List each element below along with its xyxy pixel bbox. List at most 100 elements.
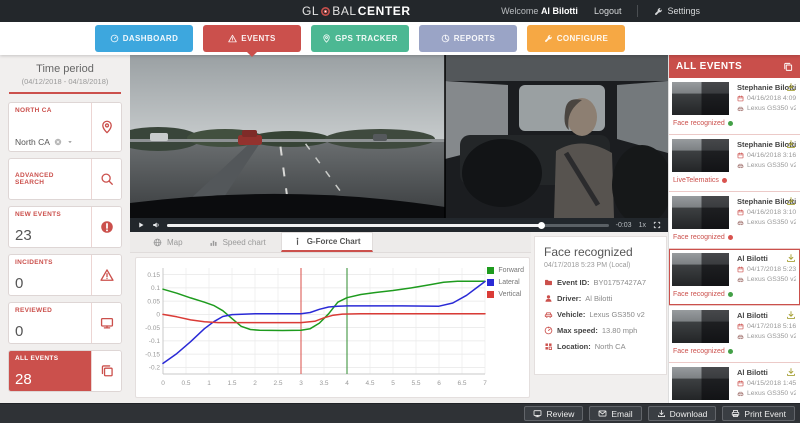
warning-triangle-icon (100, 268, 114, 282)
alert-circle-icon (100, 220, 114, 234)
sidebar-card-label: ALL EVENTS (15, 355, 85, 362)
download-icon[interactable] (786, 82, 796, 92)
event-thumbnail (672, 367, 729, 400)
review-button[interactable]: Review (524, 406, 583, 421)
video-controls: -0:03 1x (130, 218, 668, 232)
download-button[interactable]: Download (648, 406, 717, 421)
pie-chart-icon (441, 34, 450, 43)
footer-buttons: Review Email Download Print Event (524, 406, 795, 421)
car-icon (544, 310, 553, 319)
tab-gps-tracker[interactable]: GPS TRACKER (311, 25, 409, 52)
svg-text:1: 1 (207, 380, 211, 387)
event-vehicle: Lexus GS350 v2 (747, 276, 796, 283)
speedometer-icon (544, 326, 553, 335)
svg-text:7: 7 (483, 380, 487, 387)
calendar-icon (737, 266, 744, 273)
volume-button[interactable] (152, 221, 160, 229)
download-icon[interactable] (786, 253, 796, 263)
svg-text:0.15: 0.15 (147, 272, 160, 279)
event-list-item[interactable]: Stephanie Bilotti 04/16/2018 3:10 PM Lex… (669, 192, 800, 249)
legend-item-forward: Forward (487, 267, 524, 274)
logout-link[interactable]: Logout (594, 6, 622, 16)
tab-speed-chart[interactable]: Speed chart (198, 232, 277, 252)
tab-dashboard[interactable]: DASHBOARD (95, 25, 193, 52)
copy-icon[interactable] (783, 62, 793, 72)
calendar-icon (737, 152, 744, 159)
dashcam-road-view (130, 55, 445, 218)
event-type-label: Face recognized (673, 120, 725, 127)
location-grid-icon (544, 342, 553, 351)
video-progress-bar[interactable] (167, 224, 609, 227)
sidebar-card-value: 23 (15, 228, 85, 243)
sidebar-card-value: 0 (15, 276, 85, 291)
video-progress-fill (167, 224, 542, 227)
event-list-item[interactable]: Stephanie Bilotti 04/16/2018 4:09 PM Lex… (669, 78, 800, 135)
header-user-area: Welcome Al Bilotti Logout Settings (501, 5, 800, 17)
driver-icon (544, 294, 553, 303)
event-thumbnail (672, 310, 729, 343)
tab-events[interactable]: EVENTS (203, 25, 301, 52)
map-pin-icon (322, 34, 331, 43)
fullscreen-button[interactable] (653, 221, 661, 229)
legend-swatch (487, 291, 494, 298)
legend-swatch (487, 267, 494, 274)
svg-text:-0.15: -0.15 (145, 351, 160, 358)
video-time-remaining: -0:03 (616, 222, 632, 229)
download-icon[interactable] (786, 367, 796, 377)
region-select[interactable]: North CA (15, 137, 85, 147)
left-sidebar: Time period (04/12/2018 - 04/18/2018) NO… (0, 55, 130, 403)
clear-icon[interactable] (54, 138, 62, 146)
main-nav: DASHBOARD EVENTS GPS TRACKER REPORTS CON… (0, 22, 800, 55)
email-button[interactable]: Email (589, 406, 641, 421)
sidebar-card-advanced-search[interactable]: ADVANCED SEARCH (8, 158, 122, 200)
video-player[interactable] (130, 55, 668, 218)
download-icon[interactable] (786, 196, 796, 206)
calendar-icon (737, 380, 744, 387)
event-details-title: Face recognized (544, 245, 657, 259)
tab-reports[interactable]: REPORTS (419, 25, 517, 52)
caret-down-icon[interactable] (66, 138, 74, 146)
svg-text:2.5: 2.5 (273, 380, 282, 387)
event-type-badge: Face recognized (673, 291, 733, 298)
detail-row-driver: Driver Al Bilotti (544, 294, 657, 303)
center-section: -0:03 1x Map Speed chart G-Force Chart 0… (130, 55, 668, 403)
event-list-item[interactable]: Al Bilotti 04/17/2018 5:23 PM Lexus GS35… (669, 249, 800, 306)
tab-configure[interactable]: CONFIGURE (527, 25, 625, 52)
header-separator (637, 5, 638, 17)
download-icon[interactable] (786, 310, 796, 320)
copy-icon (100, 364, 114, 378)
sidebar-card-label: ADVANCED SEARCH (15, 172, 85, 186)
play-button[interactable] (137, 221, 145, 229)
event-thumbnail (672, 139, 729, 172)
event-vehicle: Lexus GS350 v2 (747, 105, 796, 112)
sidebar-card-all-events[interactable]: ALL EVENTS 28 (8, 350, 122, 392)
svg-text:0.05: 0.05 (147, 298, 160, 305)
all-events-panel: ALL EVENTS Stephanie Bilotti 04/16/2018 … (668, 55, 800, 423)
print-event-button[interactable]: Print Event (722, 406, 795, 421)
playback-rate-button[interactable]: 1x (639, 222, 646, 229)
sidebar-card-new-events[interactable]: NEW EVENTS 23 (8, 206, 122, 248)
logo-text: BAL (332, 4, 356, 18)
printer-icon (731, 409, 740, 418)
download-icon[interactable] (786, 139, 796, 149)
gforce-chart-card: 0.150.10.050-0.05-0.1-0.15-0.200.511.522… (135, 257, 530, 398)
event-list-item[interactable]: Stephanie Bilotti 04/16/2018 3:16 PM Lex… (669, 135, 800, 192)
svg-text:0: 0 (156, 312, 160, 319)
legend-label: Lateral (498, 279, 519, 286)
envelope-icon (598, 409, 607, 418)
tab-map[interactable]: Map (142, 232, 194, 252)
progress-handle[interactable] (538, 222, 545, 229)
app-root: GLBALCENTER Welcome Al Bilotti Logout Se… (0, 0, 800, 423)
wrench-icon (654, 7, 663, 16)
detail-row-vehicle: Vehicle Lexus GS350 v2 (544, 310, 657, 319)
logo-text-bold: CENTER (358, 4, 411, 18)
sidebar-card-reviewed[interactable]: REVIEWED 0 (8, 302, 122, 344)
top-header: GLBALCENTER Welcome Al Bilotti Logout Se… (0, 0, 800, 22)
detail-row-event-id: Event ID BY01757427A7 (544, 278, 657, 287)
event-list-item[interactable]: Al Bilotti 04/17/2018 5:16 PM Lexus GS35… (669, 306, 800, 363)
settings-link[interactable]: Settings (654, 6, 700, 16)
tab-g-force-chart[interactable]: G-Force Chart (281, 232, 373, 252)
status-dot (728, 235, 733, 240)
event-details-card: Face recognized 04/17/2018 5:23 PM (Loca… (534, 236, 667, 375)
sidebar-card-incidents[interactable]: INCIDENTS 0 (8, 254, 122, 296)
